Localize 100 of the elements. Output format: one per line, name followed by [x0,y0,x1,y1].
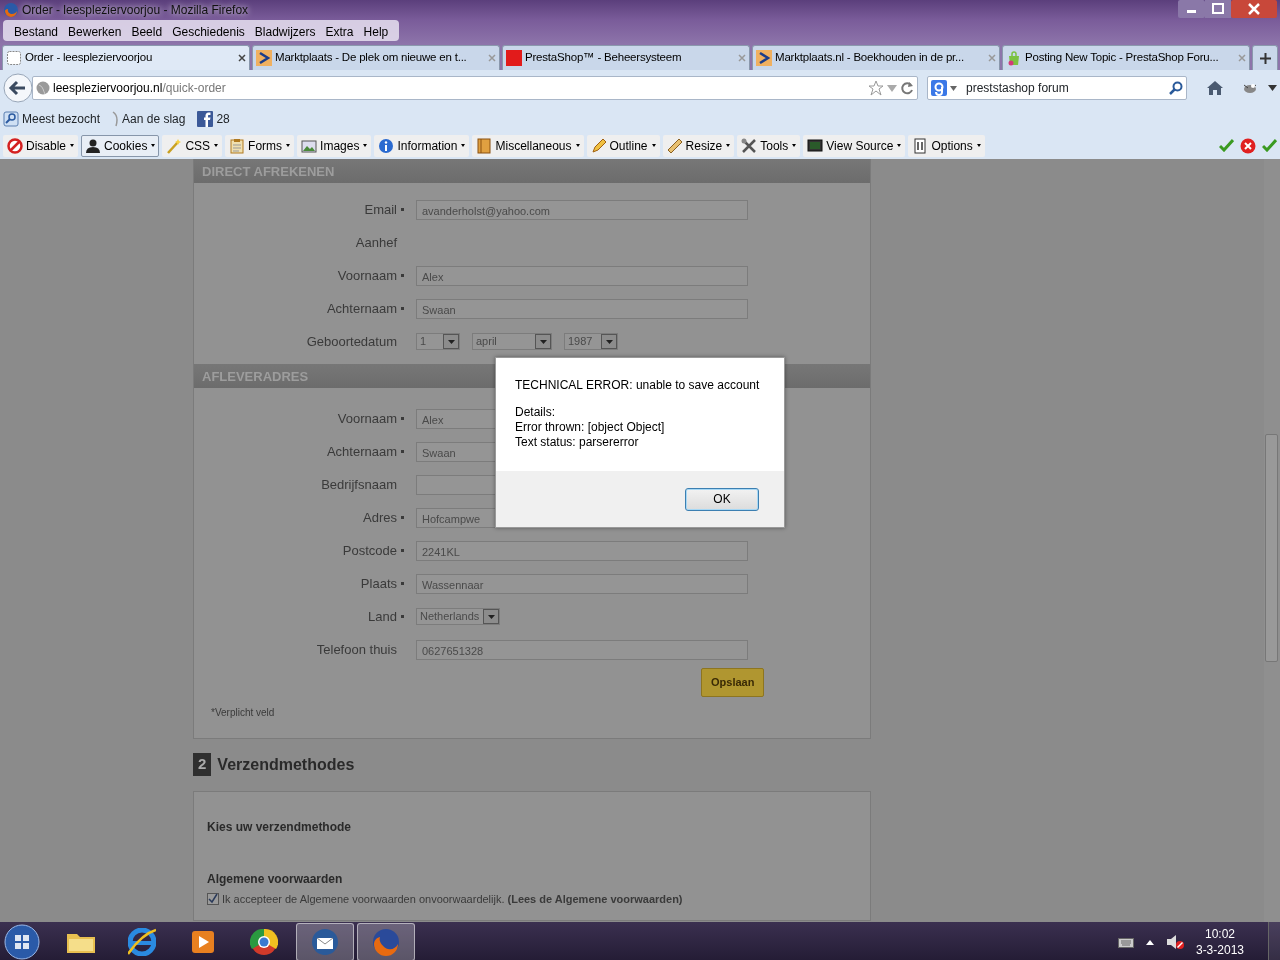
toolbar-button[interactable]: CSS [162,134,223,157]
menu-item[interactable]: Help [358,21,394,40]
new-tab-button[interactable] [1252,45,1278,70]
menu-item[interactable]: Geschiedenis [167,21,250,40]
field-label: Postcode [342,541,397,560]
field-label: Land [368,607,397,626]
dropdown-icon [487,614,495,619]
app-icon [128,928,156,956]
toolbar-button[interactable]: Tools [737,134,801,157]
menu-item[interactable]: Bladwijzers [249,21,321,40]
dropdown-icon [605,339,613,344]
toolbar-button[interactable]: Options [908,134,985,157]
menu-item[interactable]: Beeld [126,21,168,40]
field-label: Voornaam [337,409,397,428]
browser-tab[interactable]: Marktplaats.nl - Boekhouden in de pr... [752,45,1000,70]
error-detail: Error thrown: [object Object] [515,420,666,435]
field-label: Geboortedatum [306,332,397,351]
app-icon [250,928,278,956]
toolbar-icon [476,137,493,154]
toolbar-icon [807,137,824,154]
muted-speaker-icon[interactable] [1165,934,1184,950]
window-title: Order - leespleziervoorjou - Mozilla Firefox [22,2,249,19]
plus-icon [1259,52,1271,64]
toolbar-button[interactable]: Information [374,134,470,157]
app-icon [189,928,217,956]
tab-icon [256,50,272,66]
search-field[interactable]: preststashop forum [927,76,1187,100]
bookmark-item[interactable]: Meest bezocht [3,110,101,128]
bookmark-icon [112,111,120,127]
reload-icon[interactable] [900,81,914,95]
close-icon[interactable] [238,54,246,62]
step-number: 2 [193,753,212,776]
browser-tab[interactable]: Marktplaats - De plek om nieuwe en t... [252,45,500,70]
minimize-icon[interactable] [1178,0,1205,18]
clock[interactable]: 10:02 3-3-2013 [1195,926,1244,958]
scrollbar-thumb[interactable] [1265,434,1278,662]
browser-tab[interactable]: PrestaShop™ - Beheersysteem [502,45,750,70]
tab-icon [506,50,522,66]
browser-tab[interactable]: Posting New Topic - PrestaShop Foru... [1002,45,1250,70]
toolbar-button[interactable]: Images [297,134,372,157]
toolbar-icon [229,137,246,154]
field-label: Plaats [360,574,397,593]
menu-item[interactable]: Extra [320,21,359,40]
field-label: Achternaam [326,299,397,318]
toolbar-button[interactable]: Disable [3,134,79,157]
close-icon[interactable] [1231,0,1277,18]
bookmark-label[interactable]: Meest bezocht [22,110,101,128]
toolbar-button[interactable]: Miscellaneous [472,134,584,157]
keyboard-icon[interactable] [1117,936,1134,948]
home-icon[interactable] [1206,80,1224,96]
menu-item[interactable]: Bewerken [63,21,127,40]
bookmark-item[interactable]: 28 [197,110,230,128]
app-icon [311,928,339,956]
required-note: *Verplicht veld [210,705,276,720]
search-engine-icon[interactable] [931,80,947,96]
expand-icon[interactable] [1145,939,1154,945]
tab-title: Posting New Topic - PrestaShop Foru... [1025,50,1220,66]
shipping-heading: Kies uw verzendmethode [207,818,353,836]
field-label: Achternaam [326,442,397,461]
browser-tab[interactable]: Order - leespleziervoorjou [2,45,250,70]
tab-icon [6,50,22,66]
tab-icon [1006,50,1022,66]
taskbar-app[interactable] [296,923,354,960]
error-icon[interactable] [1240,137,1256,154]
toolbar-icon [378,137,395,154]
error-detail: Details: [515,405,556,420]
terms-link[interactable]: (Lees de Algemene voorwaarden) [507,890,683,907]
checkbox[interactable] [207,892,219,905]
field-label: Telefoon thuis [316,640,397,659]
toolbar-button[interactable]: Resize [662,134,735,157]
search-icon[interactable] [1169,81,1183,95]
bookmark-star-icon[interactable] [868,80,884,96]
tab-title: Marktplaats - De plek om nieuwe en t... [275,50,468,66]
toolbar-icon [166,137,183,154]
globe-icon [36,81,50,95]
maximize-icon[interactable] [1205,0,1231,18]
toolbar-button[interactable]: Outline [586,134,660,157]
scrollbar[interactable] [1264,159,1280,922]
ok-button[interactable]: OK [685,487,759,511]
error-detail: Text status: parsererror [515,435,640,450]
checkmark-icon[interactable] [1262,139,1277,152]
address-field[interactable]: leespleziervoorjou.nl/quick-order [32,76,918,100]
toolbar-icon [666,137,683,154]
toolbar-button[interactable]: Forms [225,134,295,157]
toolbar-icon [301,137,318,154]
menu-item[interactable]: Bestand [9,21,64,40]
dropdown-icon[interactable] [950,85,957,91]
terms-heading: Algemene voorwaarden [207,870,344,888]
save-button[interactable]: Opslaan [701,668,765,697]
toolbar-button[interactable]: View Source [803,134,906,157]
checkmark-icon[interactable] [1219,139,1234,152]
field-label: Voornaam [337,266,397,285]
bookmark-label[interactable]: 28 [216,110,230,128]
bookmark-icon [3,111,19,127]
tab-icon [756,50,772,66]
toolbar-button[interactable]: Cookies [81,134,160,157]
toolbar-icon [912,137,929,154]
menu-caret-icon[interactable] [1268,85,1277,91]
toolbar-icon [741,137,758,154]
back-icon[interactable] [3,73,33,103]
